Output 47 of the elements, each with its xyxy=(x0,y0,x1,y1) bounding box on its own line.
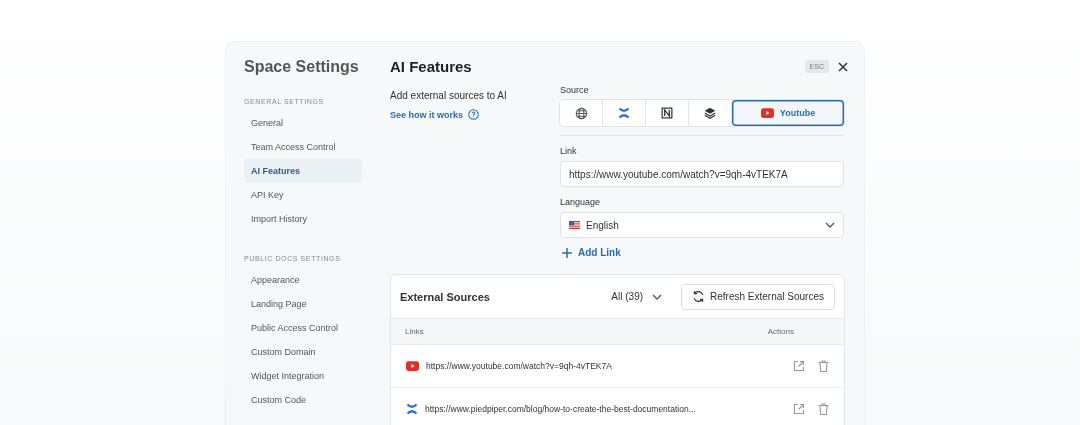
refresh-button[interactable]: Refresh External Sources xyxy=(681,283,835,310)
sidebar-item[interactable]: Landing Page xyxy=(244,292,362,316)
trash-icon[interactable] xyxy=(818,360,829,372)
breadcrumb-parent[interactable]: Space Settings xyxy=(244,58,359,76)
us-flag-icon xyxy=(569,221,580,229)
cross-logo-icon xyxy=(406,403,418,415)
field-label: Language xyxy=(560,197,601,207)
close-icon[interactable] xyxy=(838,61,848,72)
add-link-button[interactable]: Add Link xyxy=(560,247,623,258)
sidebar-item[interactable]: AI Features xyxy=(244,159,362,183)
notion-logo-icon xyxy=(661,107,673,119)
source-option[interactable]: Youtube xyxy=(732,100,844,126)
stack-icon xyxy=(704,107,716,119)
help-icon xyxy=(468,109,480,120)
chevron-down-icon xyxy=(652,293,663,300)
chevron-down-icon xyxy=(825,222,835,228)
external-link-icon[interactable] xyxy=(793,360,805,372)
external-link-icon[interactable] xyxy=(793,403,805,415)
field-label: Source xyxy=(560,85,589,95)
trash-icon[interactable] xyxy=(818,403,829,415)
filter-dropdown[interactable]: All (39) xyxy=(611,291,663,302)
sidebar-item[interactable]: Public Access Control xyxy=(244,316,362,340)
help-link[interactable]: See how it works xyxy=(390,109,464,120)
link-input-field[interactable]: https://www.youtube.com/watch?v=9qh-4vTEK7A xyxy=(560,161,844,187)
column-header: Actions xyxy=(767,327,794,336)
card-title: External Sources xyxy=(400,290,491,303)
cross-logo-icon xyxy=(618,107,630,119)
sidebar-item[interactable]: Team Access Control xyxy=(244,135,362,159)
column-header: Links xyxy=(405,327,424,336)
sidebar-item[interactable]: Custom Domain xyxy=(244,340,362,364)
sidebar-item[interactable]: General xyxy=(244,111,362,135)
sidebar-item[interactable]: Import History xyxy=(244,207,362,231)
intro-text: Add external sources to AI xyxy=(390,90,508,101)
globe-icon xyxy=(574,106,588,120)
youtube-logo-icon xyxy=(760,108,774,118)
page-title: AI Features xyxy=(390,58,472,75)
field-label: Link xyxy=(560,146,577,156)
sidebar-item[interactable]: Appearance xyxy=(244,268,362,292)
plus-icon xyxy=(562,247,572,258)
sidebar-item[interactable]: Widget Integration xyxy=(244,364,362,388)
source-link[interactable]: https://www.piedpiper.com/blog/how-to-create-the-best-documentation... xyxy=(425,404,786,414)
source-link[interactable]: https://www.youtube.com/watch?v=9qh-4vTEK7A xyxy=(426,361,786,371)
sidebar-item[interactable]: Custom Code xyxy=(244,388,362,412)
language-select[interactable]: English xyxy=(560,212,844,238)
refresh-icon xyxy=(692,290,706,303)
youtube-logo-icon xyxy=(406,361,419,371)
sidebar-item[interactable]: API Key xyxy=(244,183,362,207)
